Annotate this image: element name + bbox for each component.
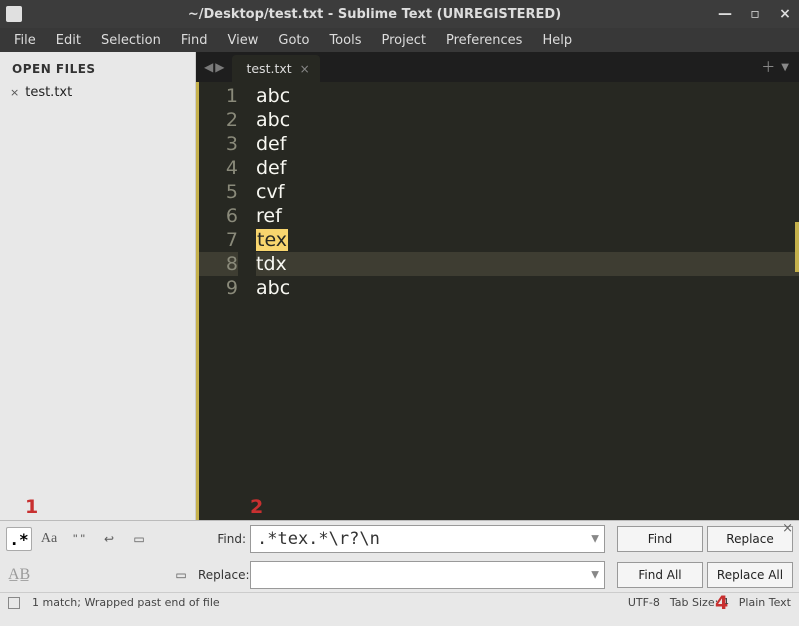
replace-button[interactable]: Replace xyxy=(707,526,793,552)
close-window-button[interactable]: × xyxy=(777,6,793,22)
menu-file[interactable]: File xyxy=(6,31,44,50)
menubar: File Edit Selection Find View Goto Tools… xyxy=(0,28,799,52)
menu-edit[interactable]: Edit xyxy=(48,31,89,50)
code-area[interactable]: 123456789 abcabcdefdefcvfreftextdxabc xyxy=(196,82,799,520)
line-number: 6 xyxy=(199,204,238,228)
status-encoding[interactable]: UTF-8 xyxy=(628,596,660,609)
code-line[interactable]: tdx xyxy=(256,252,799,276)
close-file-icon[interactable]: × xyxy=(10,86,19,99)
menu-help[interactable]: Help xyxy=(534,31,580,50)
tab-testtxt[interactable]: test.txt × xyxy=(232,55,319,82)
status-message: 1 match; Wrapped past end of file xyxy=(32,596,220,609)
line-number: 5 xyxy=(199,180,238,204)
search-match-highlight: tex xyxy=(256,229,288,251)
editor-pane: ◀ ▶ test.txt × ＋ ▼ 123456789 abcabcdefde… xyxy=(196,52,799,520)
status-tabsize[interactable]: Tab Size: 4 xyxy=(670,596,729,609)
tab-prev-icon[interactable]: ◀ xyxy=(204,60,213,74)
find-all-button[interactable]: Find All xyxy=(617,562,703,588)
sidebar: OPEN FILES × test.txt xyxy=(0,52,196,520)
line-number: 9 xyxy=(199,276,238,300)
whole-word-toggle[interactable]: " " xyxy=(66,527,92,551)
menu-goto[interactable]: Goto xyxy=(270,31,317,50)
find-input[interactable] xyxy=(250,525,605,553)
tabbar: ◀ ▶ test.txt × ＋ ▼ xyxy=(196,52,799,82)
menu-find[interactable]: Find xyxy=(173,31,216,50)
tab-label: test.txt xyxy=(246,61,291,76)
status-syntax[interactable]: Plain Text xyxy=(739,596,791,609)
open-file-name: test.txt xyxy=(25,85,72,100)
code-line[interactable]: tex xyxy=(256,228,799,252)
code-line[interactable]: def xyxy=(256,132,799,156)
code-line[interactable]: def xyxy=(256,156,799,180)
code-line[interactable]: abc xyxy=(256,108,799,132)
line-number: 8 xyxy=(199,252,238,276)
sidebar-header: OPEN FILES xyxy=(0,52,195,82)
code-line[interactable]: abc xyxy=(256,276,799,300)
tab-menu-icon[interactable]: ▼ xyxy=(781,62,789,73)
replace-label: Replace: xyxy=(198,568,250,582)
line-number: 4 xyxy=(199,156,238,180)
preserve-case-toggle[interactable]: A̲B̲ xyxy=(6,563,50,587)
titlebar: ~/Desktop/test.txt - Sublime Text (UNREG… xyxy=(0,0,799,28)
in-selection-toggle[interactable]: ▭ xyxy=(126,527,152,551)
find-button[interactable]: Find xyxy=(617,526,703,552)
wrap-toggle[interactable]: ↩ xyxy=(96,527,122,551)
panel-close-icon[interactable]: × xyxy=(782,521,793,536)
menu-view[interactable]: View xyxy=(220,31,267,50)
line-number: 1 xyxy=(199,84,238,108)
case-sensitive-toggle[interactable]: Aa xyxy=(36,527,62,551)
app-icon xyxy=(6,6,22,22)
line-number: 7 xyxy=(199,228,238,252)
regex-toggle[interactable]: .* xyxy=(6,527,32,551)
code-line[interactable]: cvf xyxy=(256,180,799,204)
replace-input[interactable] xyxy=(250,561,605,589)
menu-tools[interactable]: Tools xyxy=(321,31,369,50)
line-number: 2 xyxy=(199,108,238,132)
line-number: 3 xyxy=(199,132,238,156)
find-label: Find: xyxy=(198,532,250,546)
menu-preferences[interactable]: Preferences xyxy=(438,31,530,50)
status-indicator-icon[interactable] xyxy=(8,597,20,609)
minimap-scroll-indicator xyxy=(795,222,799,272)
minimize-button[interactable]: — xyxy=(717,6,733,22)
window-title: ~/Desktop/test.txt - Sublime Text (UNREG… xyxy=(32,7,717,22)
code-text[interactable]: abcabcdefdefcvfreftextdxabc xyxy=(252,82,799,520)
code-line[interactable]: ref xyxy=(256,204,799,228)
menu-project[interactable]: Project xyxy=(373,31,433,50)
gutter: 123456789 xyxy=(196,82,252,520)
tab-close-icon[interactable]: × xyxy=(300,62,310,76)
replace-all-button[interactable]: Replace All xyxy=(707,562,793,588)
code-line[interactable]: abc xyxy=(256,84,799,108)
new-tab-icon[interactable]: ＋ xyxy=(761,57,775,77)
maximize-button[interactable]: ▫ xyxy=(747,6,763,22)
find-replace-panel: × .* Aa " " ↩ ▭ Find: ▼ Find Replace A̲B… xyxy=(0,520,799,592)
statusbar: 1 match; Wrapped past end of file UTF-8 … xyxy=(0,592,799,612)
tab-next-icon[interactable]: ▶ xyxy=(215,60,224,74)
open-file-item[interactable]: × test.txt xyxy=(0,82,195,103)
highlight-matches-toggle[interactable]: ▭ xyxy=(164,563,198,587)
body: OPEN FILES × test.txt ◀ ▶ test.txt × ＋ ▼… xyxy=(0,52,799,520)
menu-selection[interactable]: Selection xyxy=(93,31,169,50)
